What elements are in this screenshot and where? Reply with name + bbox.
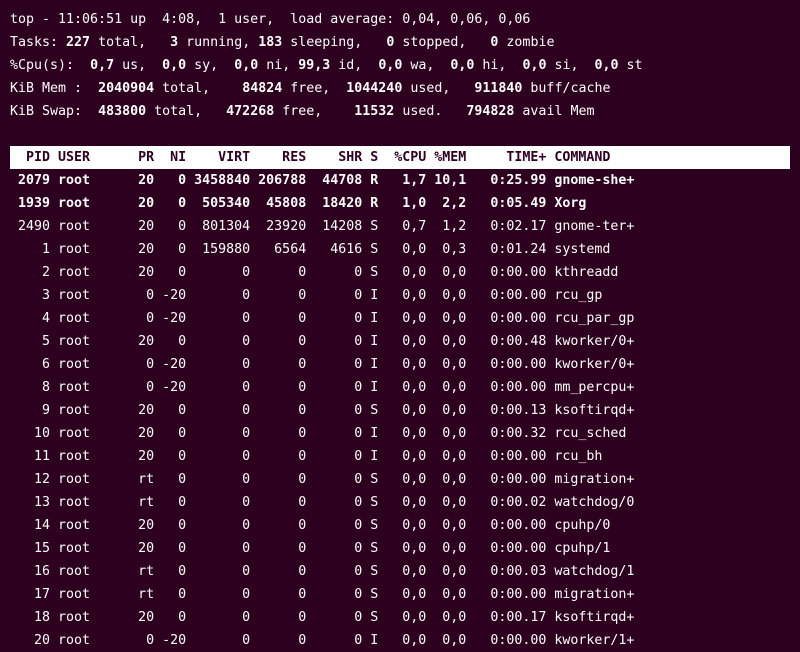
- process-list[interactable]: 2079 root 20 0 3458840 206788 44708 R 1,…: [10, 169, 790, 652]
- process-row[interactable]: 18 root 20 0 0 0 0 S 0,0 0,0 0:00.17 kso…: [10, 606, 790, 629]
- tasks-running: 3: [170, 35, 186, 50]
- mem-total: 2040904: [90, 81, 162, 96]
- label: running,: [186, 35, 258, 50]
- label: used,: [410, 81, 474, 96]
- cpu-si: 0,0: [522, 58, 554, 73]
- top-terminal[interactable]: top - 11:06:51 up 4:08, 1 user, load ave…: [10, 8, 790, 652]
- label: si,: [554, 58, 594, 73]
- tasks-stopped: 0: [386, 35, 402, 50]
- label: avail Mem: [522, 104, 594, 119]
- swap-free: 472268: [226, 104, 282, 119]
- process-row[interactable]: 15 root 20 0 0 0 0 S 0,0 0,0 0:00.00 cpu…: [10, 537, 790, 560]
- blank-line: [10, 123, 790, 146]
- process-row[interactable]: 3 root 0 -20 0 0 0 I 0,0 0,0 0:00.00 rcu…: [10, 284, 790, 307]
- process-row[interactable]: 2079 root 20 0 3458840 206788 44708 R 1,…: [10, 169, 790, 192]
- process-table-header[interactable]: PID USER PR NI VIRT RES SHR S %CPU %MEM …: [10, 146, 790, 169]
- label: stopped,: [402, 35, 490, 50]
- process-row[interactable]: 12 root rt 0 0 0 0 S 0,0 0,0 0:00.00 mig…: [10, 468, 790, 491]
- process-row[interactable]: 10 root 20 0 0 0 0 I 0,0 0,0 0:00.32 rcu…: [10, 422, 790, 445]
- mem-used: 1044240: [346, 81, 410, 96]
- label: free,: [290, 81, 346, 96]
- summary-line-mem: KiB Mem : 2040904 total, 84824 free, 104…: [10, 77, 790, 100]
- cpu-ni: 0,0: [234, 58, 266, 73]
- label: wa,: [410, 58, 450, 73]
- cpu-sy: 0,0: [162, 58, 194, 73]
- label: total,: [154, 104, 226, 119]
- summary-line-cpu: %Cpu(s): 0,7 us, 0,0 sy, 0,0 ni, 99,3 id…: [10, 54, 790, 77]
- label: id,: [338, 58, 378, 73]
- summary-line-swap: KiB Swap: 483800 total, 472268 free, 115…: [10, 100, 790, 123]
- cpu-wa: 0,0: [378, 58, 410, 73]
- process-row[interactable]: 14 root 20 0 0 0 0 S 0,0 0,0 0:00.00 cpu…: [10, 514, 790, 537]
- label: total,: [162, 81, 234, 96]
- swap-total: 483800: [98, 104, 154, 119]
- label: ni,: [266, 58, 298, 73]
- process-row[interactable]: 20 root 0 -20 0 0 0 I 0,0 0,0 0:00.00 kw…: [10, 629, 790, 652]
- label: sleeping,: [290, 35, 386, 50]
- process-row[interactable]: 2 root 20 0 0 0 0 S 0,0 0,0 0:00.00 kthr…: [10, 261, 790, 284]
- label: hi,: [482, 58, 522, 73]
- label: %Cpu(s):: [10, 58, 90, 73]
- process-row[interactable]: 8 root 0 -20 0 0 0 I 0,0 0,0 0:00.00 mm_…: [10, 376, 790, 399]
- process-row[interactable]: 6 root 0 -20 0 0 0 I 0,0 0,0 0:00.00 kwo…: [10, 353, 790, 376]
- label: Tasks:: [10, 35, 66, 50]
- tasks-total: 227: [66, 35, 98, 50]
- tasks-zombie: 0: [490, 35, 506, 50]
- process-row[interactable]: 4 root 0 -20 0 0 0 I 0,0 0,0 0:00.00 rcu…: [10, 307, 790, 330]
- label: sy,: [194, 58, 234, 73]
- process-row[interactable]: 9 root 20 0 0 0 0 S 0,0 0,0 0:00.13 ksof…: [10, 399, 790, 422]
- process-row[interactable]: 1 root 20 0 159880 6564 4616 S 0,0 0,3 0…: [10, 238, 790, 261]
- label: KiB Mem :: [10, 81, 90, 96]
- cpu-st: 0,0: [595, 58, 627, 73]
- avail-mem: 794828: [466, 104, 522, 119]
- label: total,: [98, 35, 170, 50]
- mem-free: 84824: [234, 81, 290, 96]
- process-row[interactable]: 11 root 20 0 0 0 0 I 0,0 0,0 0:00.00 rcu…: [10, 445, 790, 468]
- cpu-us: 0,7: [90, 58, 122, 73]
- summary-line-uptime: top - 11:06:51 up 4:08, 1 user, load ave…: [10, 8, 790, 31]
- swap-used: 11532: [354, 104, 402, 119]
- summary-line-tasks: Tasks: 227 total, 3 running, 183 sleepin…: [10, 31, 790, 54]
- mem-buffcache: 911840: [474, 81, 530, 96]
- cpu-id: 99,3: [298, 58, 338, 73]
- label: used.: [402, 104, 466, 119]
- label: KiB Swap:: [10, 104, 98, 119]
- process-row[interactable]: 1939 root 20 0 505340 45808 18420 R 1,0 …: [10, 192, 790, 215]
- label: st: [627, 58, 643, 73]
- process-row[interactable]: 17 root rt 0 0 0 0 S 0,0 0,0 0:00.00 mig…: [10, 583, 790, 606]
- label: us,: [122, 58, 162, 73]
- cpu-hi: 0,0: [450, 58, 482, 73]
- label: buff/cache: [530, 81, 610, 96]
- tasks-sleeping: 183: [258, 35, 290, 50]
- label: free,: [282, 104, 354, 119]
- process-row[interactable]: 13 root rt 0 0 0 0 S 0,0 0,0 0:00.02 wat…: [10, 491, 790, 514]
- process-row[interactable]: 5 root 20 0 0 0 0 I 0,0 0,0 0:00.48 kwor…: [10, 330, 790, 353]
- process-row[interactable]: 2490 root 20 0 801304 23920 14208 S 0,7 …: [10, 215, 790, 238]
- process-row[interactable]: 16 root rt 0 0 0 0 S 0,0 0,0 0:00.03 wat…: [10, 560, 790, 583]
- label: zombie: [506, 35, 554, 50]
